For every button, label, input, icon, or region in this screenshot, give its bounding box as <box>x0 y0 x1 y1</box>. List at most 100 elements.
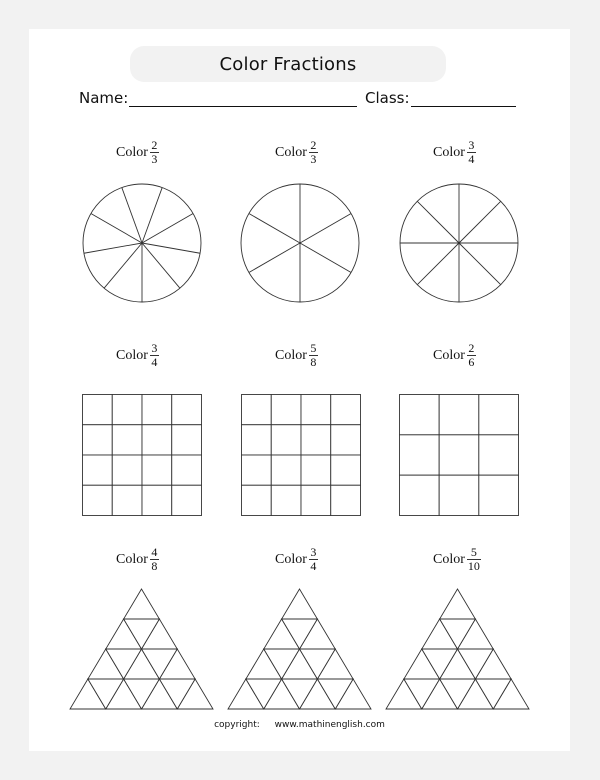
denominator: 3 <box>151 152 158 166</box>
grid-cell[interactable] <box>300 394 332 426</box>
grid-cell[interactable] <box>171 454 202 486</box>
website-link[interactable]: www.mathinenglish.com <box>275 720 385 730</box>
title-banner: Color Fractions <box>130 46 446 82</box>
grid-cell[interactable] <box>82 454 113 486</box>
worksheet-title: Color Fractions <box>219 53 357 75</box>
denominator: 6 <box>468 355 475 369</box>
grid-cell[interactable] <box>141 394 173 426</box>
problem-label-6: Color 2 6 <box>433 342 476 369</box>
grid-cell[interactable] <box>111 484 143 516</box>
grid-cell[interactable] <box>438 434 480 476</box>
circle-figure-3[interactable] <box>399 183 519 303</box>
grid-cell[interactable] <box>270 454 302 486</box>
fraction: 3 4 <box>149 341 159 369</box>
worksheet-page: Color Fractions Name: Class: Color 2 3 C… <box>29 29 570 751</box>
denominator: 4 <box>151 355 158 369</box>
numerator: 3 <box>310 545 317 559</box>
problem-label-4: Color 3 4 <box>116 342 159 369</box>
grid-cell[interactable] <box>82 424 113 456</box>
triangle-cell[interactable] <box>438 588 477 620</box>
grid-cell[interactable] <box>111 454 143 486</box>
problem-label-7: Color 4 8 <box>116 546 159 573</box>
problem-label-8: Color 3 4 <box>275 546 318 573</box>
denominator: 10 <box>467 559 480 573</box>
triangle-figure-2[interactable] <box>227 588 372 710</box>
fraction: 2 6 <box>466 342 476 369</box>
numerator: 2 <box>310 138 317 152</box>
grid-cell[interactable] <box>330 424 361 456</box>
fraction: 2 3 <box>149 138 159 166</box>
name-field[interactable] <box>129 106 357 107</box>
grid-figure-3[interactable] <box>399 394 519 516</box>
circle-figure-2[interactable] <box>240 183 360 303</box>
class-field[interactable] <box>411 106 516 107</box>
denominator: 3 <box>310 152 317 166</box>
grid-cell[interactable] <box>438 394 480 436</box>
grid-cell[interactable] <box>300 424 332 456</box>
grid-cell[interactable] <box>270 484 302 516</box>
numerator: 5 <box>310 341 317 355</box>
grid-cell[interactable] <box>399 394 440 436</box>
grid-cell[interactable] <box>330 484 361 516</box>
color-word: Color <box>433 551 465 567</box>
grid-cell[interactable] <box>330 454 361 486</box>
fraction: 3 4 <box>466 138 476 166</box>
color-word: Color <box>433 144 465 160</box>
triangle-cell[interactable] <box>122 588 161 620</box>
fraction: 5 8 <box>308 341 318 369</box>
numerator: 2 <box>151 138 158 152</box>
grid-cell[interactable] <box>241 394 272 426</box>
grid-cell[interactable] <box>478 394 519 436</box>
denominator: 4 <box>468 152 475 166</box>
fraction: 5 10 <box>466 545 481 573</box>
grid-cell[interactable] <box>399 434 440 476</box>
grid-cell[interactable] <box>111 394 143 426</box>
footer: copyright: www.mathinenglish.com <box>29 720 570 730</box>
copyright-label: copyright: <box>214 720 260 730</box>
triangle-figure-3[interactable] <box>385 588 530 710</box>
color-word: Color <box>116 347 148 363</box>
grid-cell[interactable] <box>241 454 272 486</box>
numerator: 3 <box>151 341 158 355</box>
grid-cell[interactable] <box>141 424 173 456</box>
grid-cell[interactable] <box>141 484 173 516</box>
numerator: 5 <box>470 545 477 559</box>
triangle-figure-1[interactable] <box>69 588 214 710</box>
grid-cell[interactable] <box>438 474 480 516</box>
grid-cell[interactable] <box>171 484 202 516</box>
grid-cell[interactable] <box>171 394 202 426</box>
grid-figure-1[interactable] <box>82 394 202 516</box>
grid-cell[interactable] <box>241 424 272 456</box>
grid-cell[interactable] <box>270 424 302 456</box>
circle-figure-1[interactable] <box>82 183 202 303</box>
fraction: 3 4 <box>308 545 318 573</box>
fraction: 2 3 <box>308 138 318 166</box>
triangle-cell[interactable] <box>280 588 319 620</box>
color-word: Color <box>275 551 307 567</box>
color-word: Color <box>116 551 148 567</box>
grid-figure-2[interactable] <box>241 394 361 516</box>
grid-cell[interactable] <box>111 424 143 456</box>
grid-cell[interactable] <box>82 394 113 426</box>
grid-cell[interactable] <box>141 454 173 486</box>
fraction: 4 8 <box>149 546 159 573</box>
grid-cell[interactable] <box>399 474 440 516</box>
denominator: 8 <box>151 559 158 573</box>
grid-cell[interactable] <box>330 394 361 426</box>
color-word: Color <box>275 347 307 363</box>
grid-cell[interactable] <box>241 484 272 516</box>
color-word: Color <box>275 144 307 160</box>
grid-cell[interactable] <box>171 424 202 456</box>
grid-cell[interactable] <box>82 484 113 516</box>
grid-cell[interactable] <box>478 474 519 516</box>
name-class-row: Name: Class: <box>79 87 539 111</box>
problem-label-9: Color 5 10 <box>433 546 481 573</box>
grid-cell[interactable] <box>270 394 302 426</box>
numerator: 3 <box>468 138 475 152</box>
grid-cell[interactable] <box>300 454 332 486</box>
grid-cell[interactable] <box>478 434 519 476</box>
grid-cell[interactable] <box>300 484 332 516</box>
problem-label-2: Color 2 3 <box>275 139 318 166</box>
color-word: Color <box>433 347 465 363</box>
problem-label-3: Color 3 4 <box>433 139 476 166</box>
